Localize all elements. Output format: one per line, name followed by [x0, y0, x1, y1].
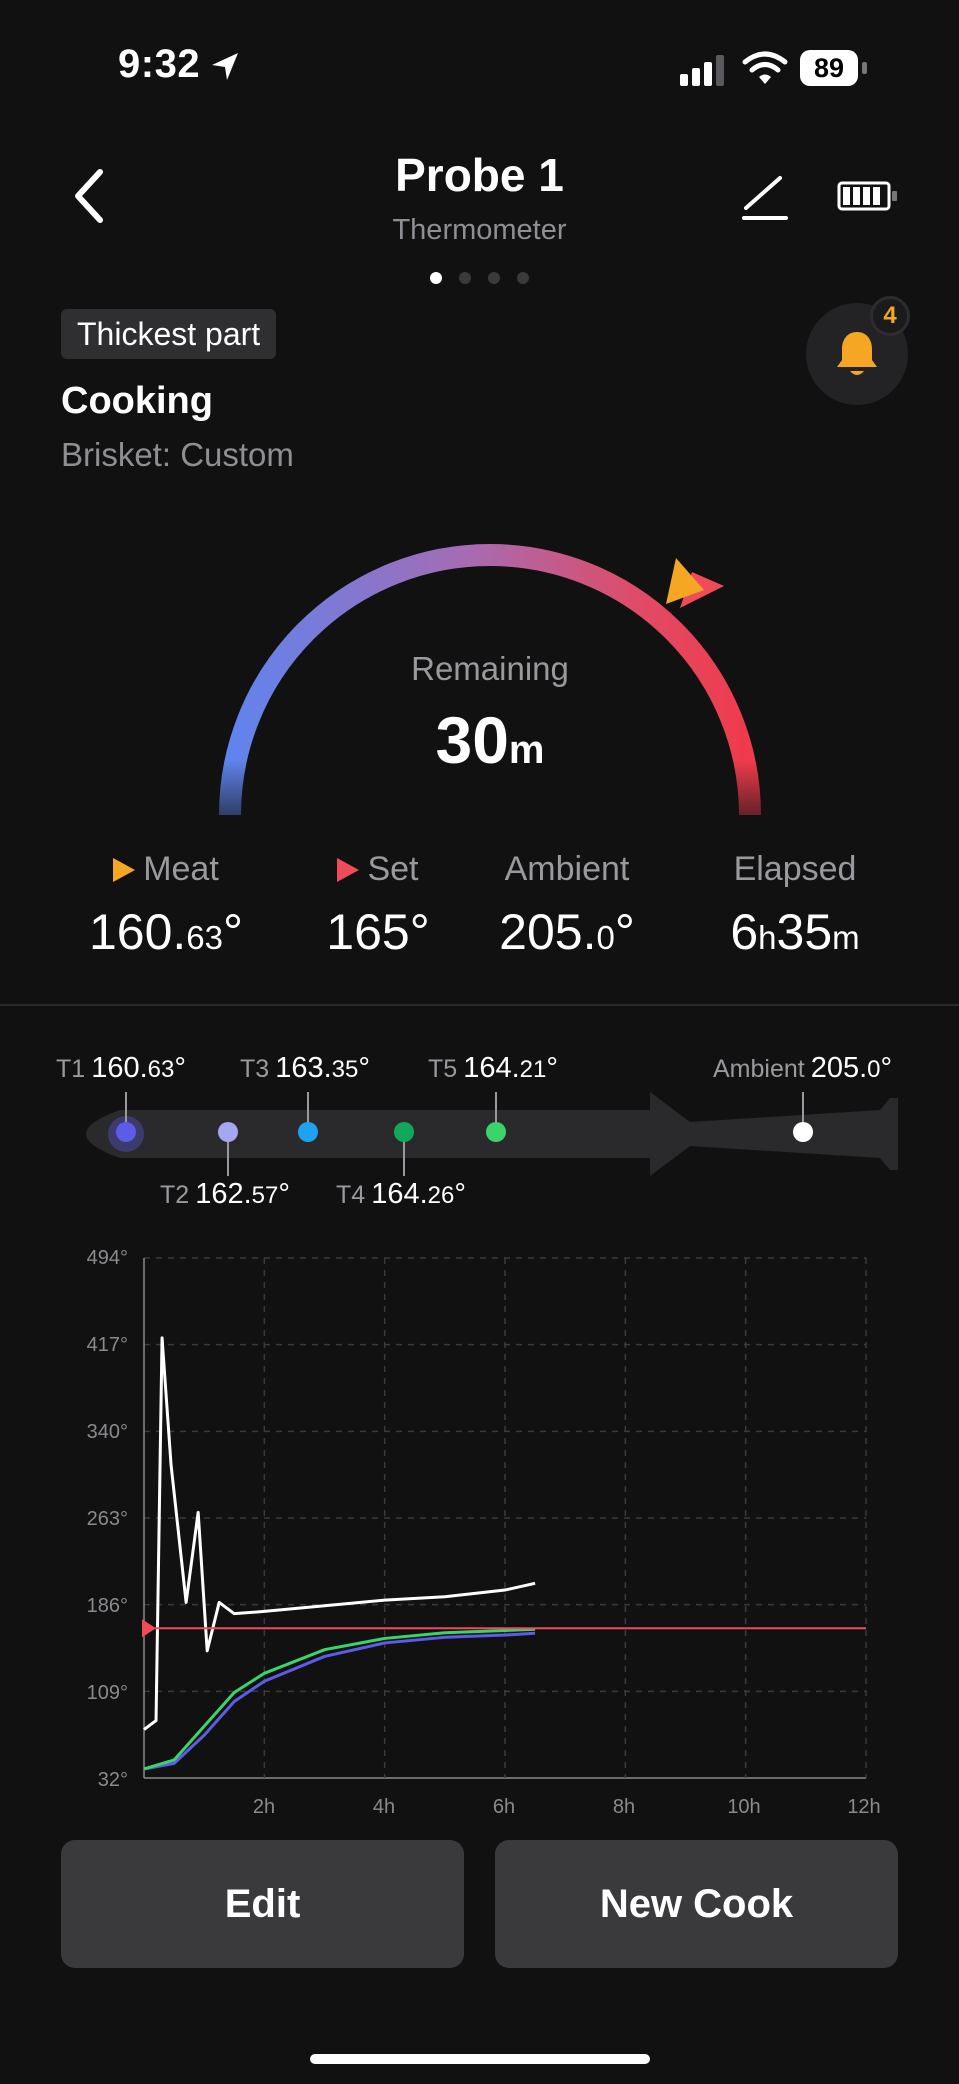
edit-button[interactable]: Edit: [61, 1840, 464, 1968]
section-divider: [0, 1004, 959, 1006]
status-time: 9:32: [118, 42, 201, 86]
sensor-label: Ambient: [713, 1055, 805, 1083]
bell-icon: [837, 332, 877, 375]
series-line: [143, 1631, 536, 1771]
sensor-dot-t5: [486, 1122, 506, 1142]
temperature-history-chart: [142, 1257, 867, 1779]
page-dot[interactable]: [430, 272, 442, 284]
sensor-dot-ambient: [793, 1122, 813, 1142]
page-subtitle: Thermometer: [392, 214, 567, 246]
home-indicator[interactable]: [310, 2054, 650, 2064]
sensor-dot-t3: [298, 1122, 318, 1142]
cook-state-title: Cooking: [61, 380, 213, 422]
sensor-dot-t2: [218, 1122, 238, 1142]
meat-triangle-icon: [113, 857, 136, 882]
set-triangle-icon: [337, 857, 360, 882]
alerts-count-badge: 4: [870, 296, 910, 336]
stat-set: Set 165°: [268, 850, 488, 961]
stat-meat-label: Meat: [143, 850, 219, 888]
stat-set-label: Set: [367, 850, 419, 888]
remaining-unit: m: [508, 728, 545, 772]
gauge-label: Remaining: [411, 650, 569, 687]
sensor-label: T1: [56, 1055, 86, 1083]
wifi-icon: [742, 51, 788, 84]
sensor-label: T3: [240, 1055, 270, 1083]
stat-ambient-value: 205.0°: [499, 904, 635, 960]
gauge-value: 30m: [0, 702, 959, 778]
probe-sensor-dots: [116, 1092, 813, 1176]
stat-elapsed: Elapsed 6h35m: [685, 850, 905, 961]
probe-sensor-t3: T3 163.35°: [240, 1052, 370, 1085]
sensor-dot-t1: [116, 1122, 136, 1142]
edit-pencil-icon[interactable]: [740, 172, 790, 224]
sensor-dot-t4: [394, 1122, 414, 1142]
new-cook-button[interactable]: New Cook: [495, 1840, 898, 1968]
page-dot[interactable]: [517, 272, 529, 284]
stat-meat: Meat 160.63°: [56, 850, 276, 961]
sensor-label: T5: [428, 1055, 458, 1083]
stat-ambient: Ambient 205.0°: [457, 850, 677, 961]
page-dot[interactable]: [488, 272, 500, 284]
probe-sensor-t1: T1 160.63°: [56, 1052, 186, 1085]
page-dot[interactable]: [459, 272, 471, 284]
sensor-value: 205.0°: [810, 1052, 893, 1084]
stat-elapsed-label: Elapsed: [733, 850, 857, 888]
cellular-signal-icon: [680, 55, 724, 86]
set-temp-marker-icon: [142, 1619, 156, 1638]
page-title: Probe 1: [395, 149, 564, 201]
probe-battery-icon: [837, 181, 897, 211]
stat-meat-value: 160.63°: [88, 904, 244, 960]
cook-state-subtitle: Brisket: Custom: [61, 436, 294, 473]
battery-nub: [862, 62, 867, 74]
sensor-value: 163.35°: [275, 1052, 370, 1084]
sensor-value: 164.21°: [463, 1052, 558, 1084]
chart-grid: [143, 1257, 867, 1779]
battery-indicator: 89: [800, 50, 858, 86]
sensor-value: 160.63°: [91, 1052, 186, 1084]
series-line: [143, 1336, 536, 1731]
stat-ambient-label: Ambient: [504, 850, 630, 888]
stat-set-value: 165°: [326, 904, 430, 960]
stat-elapsed-value: 6h35m: [730, 904, 860, 960]
sensor-label: T2: [160, 1181, 190, 1209]
page-indicator[interactable]: [430, 272, 529, 284]
location-arrow-icon: [212, 53, 238, 80]
meat-temp-marker-icon: [666, 558, 724, 608]
remaining-value: 30: [435, 703, 509, 777]
series-line: [143, 1627, 536, 1771]
probe-sensor-t5: T5 164.21°: [428, 1052, 558, 1085]
probe-sensor-ambient: Ambient 205.0°: [713, 1052, 892, 1085]
probe-position-tag: Thickest part: [61, 309, 277, 359]
sensor-label: T4: [336, 1181, 366, 1209]
